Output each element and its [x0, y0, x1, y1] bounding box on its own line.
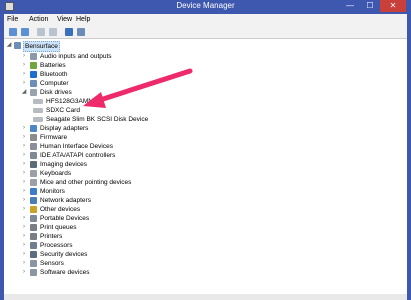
- device-manager-window: Device Manager — ☐ ✕ File Action View He…: [0, 0, 411, 300]
- arrow-shaft: [97, 68, 193, 103]
- annotation-arrow: [83, 68, 193, 108]
- arrow-head: [83, 92, 106, 108]
